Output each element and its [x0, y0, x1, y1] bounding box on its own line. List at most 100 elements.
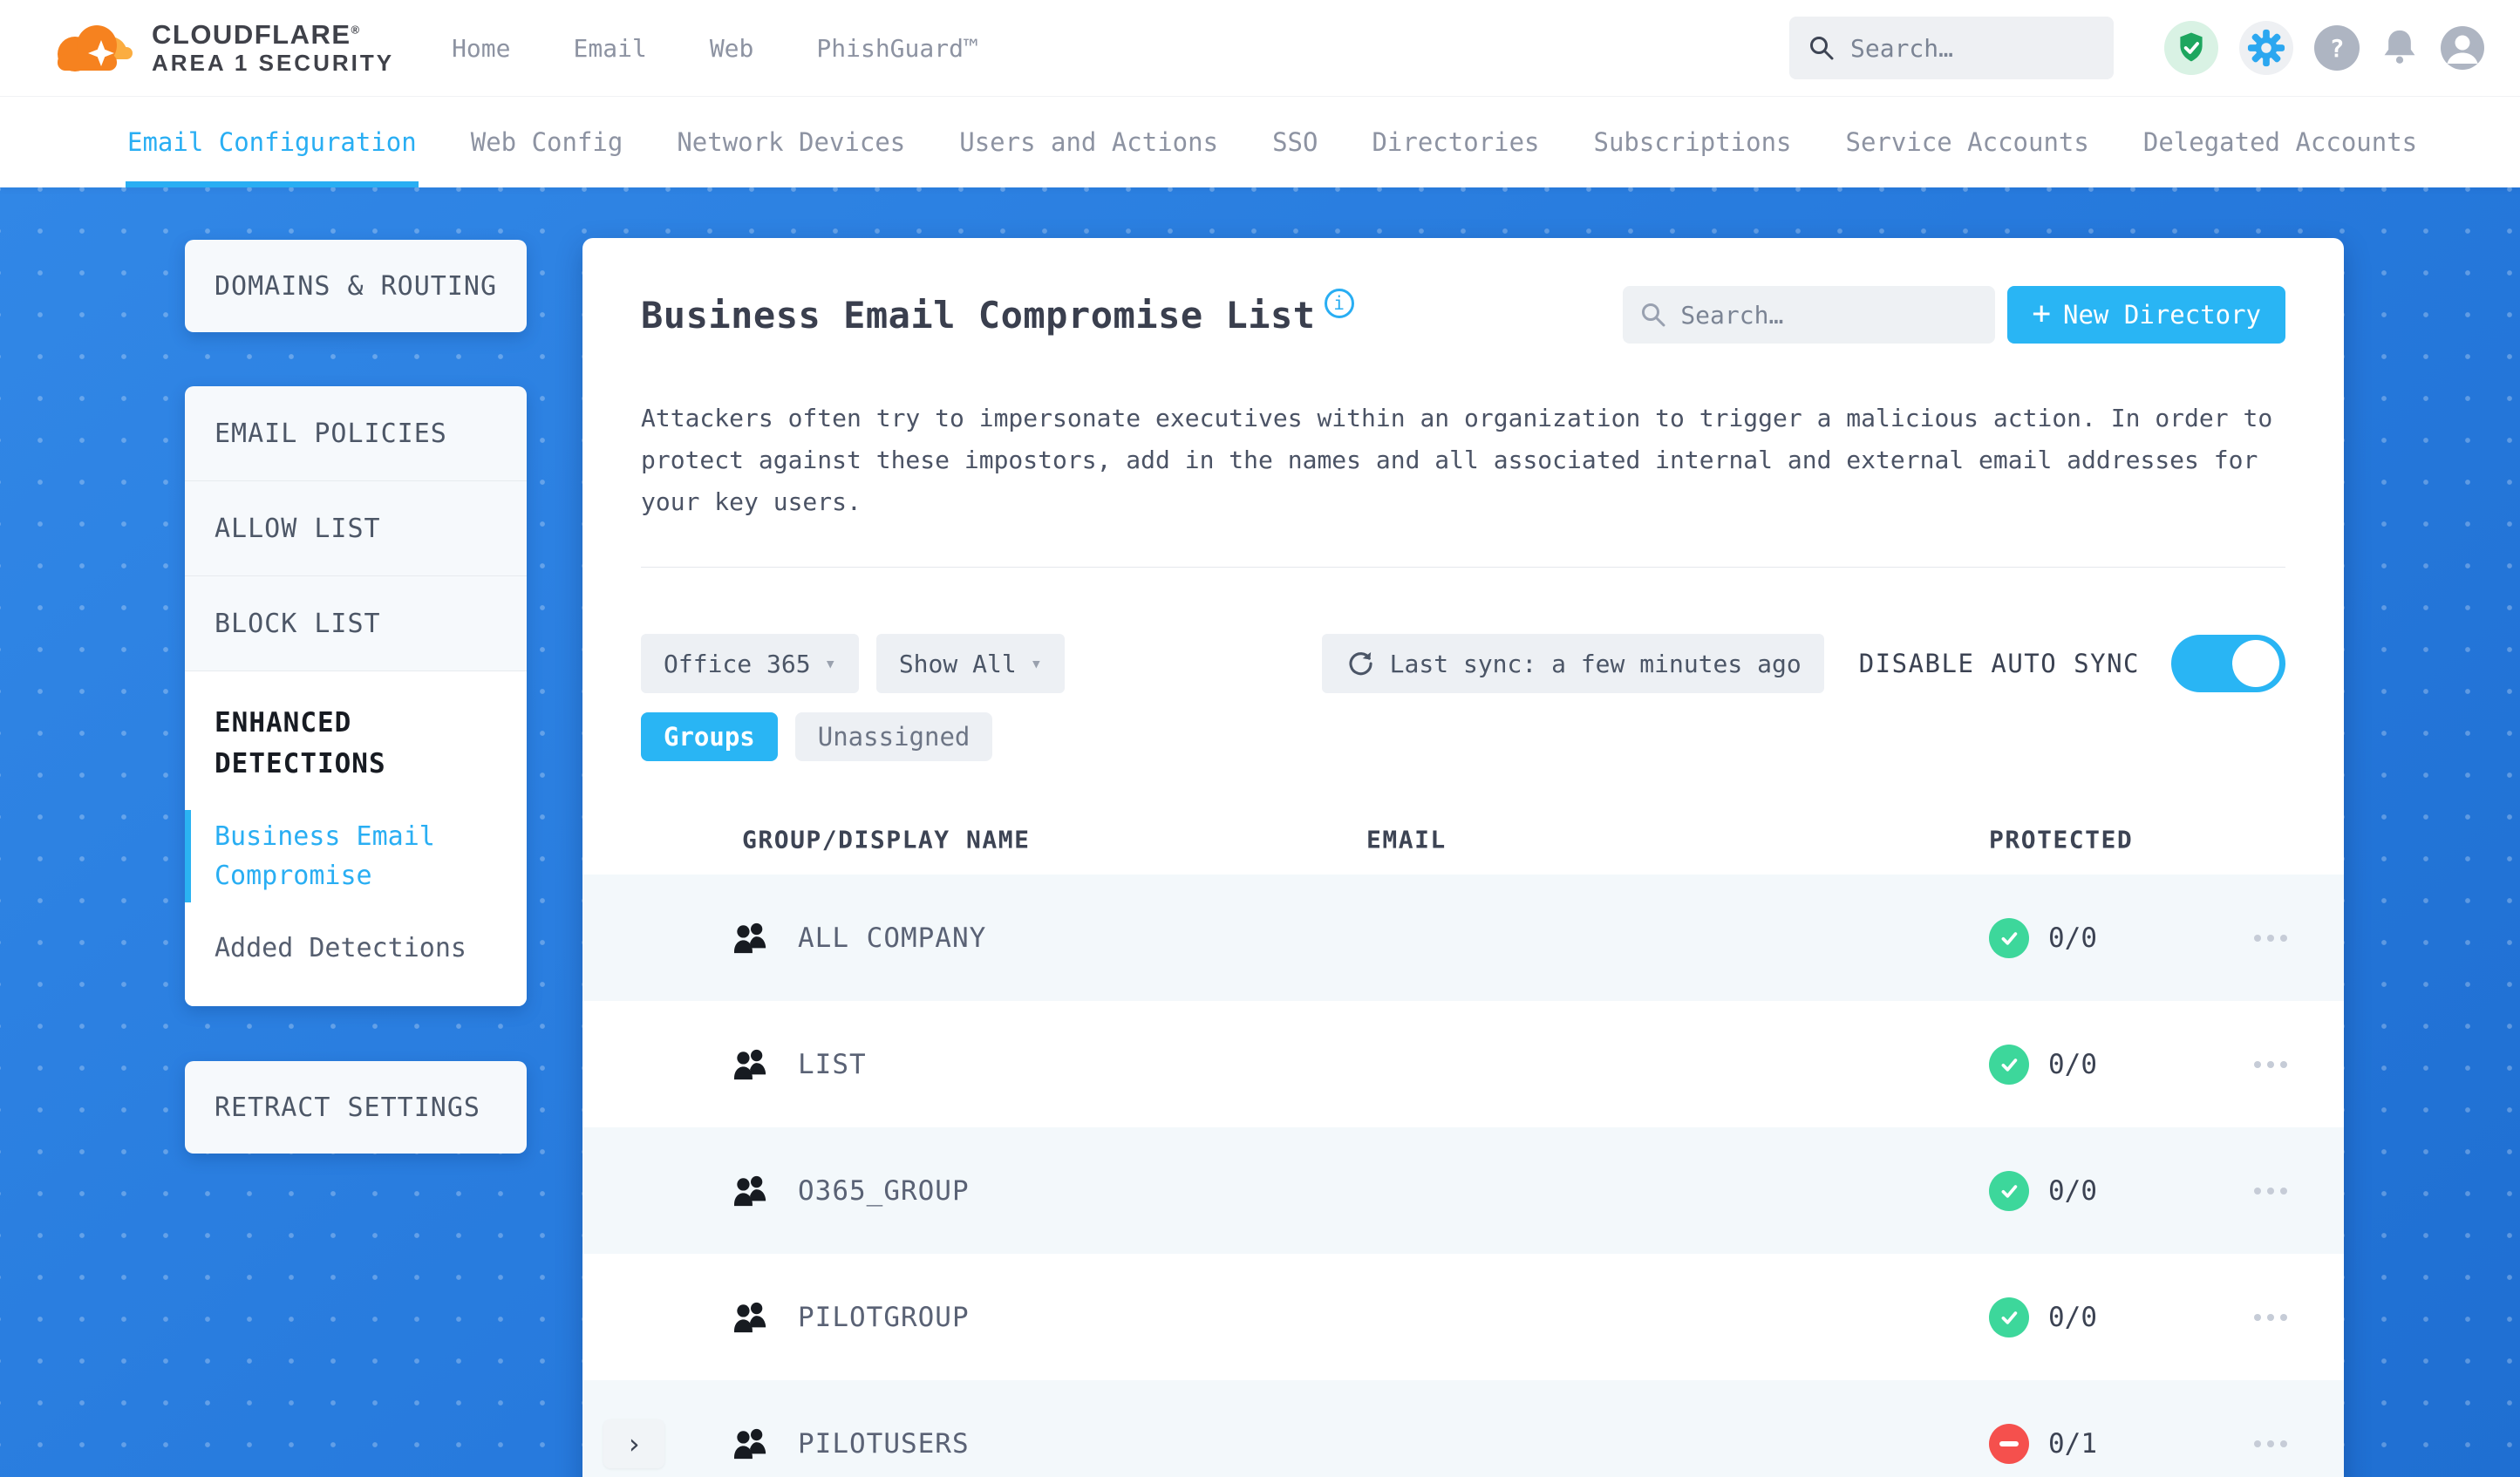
protected-status-badge: 0/0	[1989, 1297, 2097, 1337]
table-header: GROUP/DISPLAY NAME EMAIL PROTECTED	[582, 805, 2344, 875]
protected-count: 0/0	[2048, 1301, 2097, 1333]
check-icon	[2001, 1184, 2018, 1198]
nav-email[interactable]: Email	[574, 34, 647, 63]
kebab-menu-icon[interactable]	[2254, 1440, 2287, 1447]
groups-table: GROUP/DISPLAY NAME EMAIL PROTECTED › ALL…	[582, 805, 2344, 1477]
expand-row-button[interactable]: ›	[603, 1419, 664, 1468]
list-search[interactable]	[1623, 286, 1996, 344]
column-email: EMAIL	[1366, 825, 1447, 854]
check-icon	[2001, 931, 2018, 945]
tab-service-accounts[interactable]: Service Accounts	[1846, 97, 2089, 187]
check-icon	[2001, 1058, 2018, 1072]
people-icon	[732, 1301, 769, 1334]
info-icon[interactable]: i	[1324, 289, 1354, 318]
directory-select[interactable]: Office 365 ▾	[641, 634, 859, 693]
show-filter-select[interactable]: Show All ▾	[875, 634, 1065, 693]
kebab-menu-icon[interactable]	[2254, 1187, 2287, 1195]
column-protected: PROTECTED	[1989, 825, 2134, 854]
people-icon	[732, 922, 769, 955]
cloudflare-logo[interactable]: CLOUDFLARE® AREA 1 SECURITY	[49, 19, 394, 77]
gear-icon[interactable]	[2239, 21, 2293, 75]
settings-sidebar: DOMAINS & ROUTING EMAIL POLICIES ALLOW L…	[185, 240, 527, 1154]
cloudflare-cloud-icon	[49, 19, 140, 77]
plus-icon: +	[2032, 295, 2052, 331]
table-row[interactable]: › PILOTGROUP 0/0	[582, 1254, 2344, 1380]
protected-status-icon	[1989, 1297, 2029, 1337]
protected-status-badge: 0/0	[1989, 1170, 2097, 1211]
group-name: PILOTGROUP	[798, 1301, 970, 1333]
sidebar-item-retract-settings[interactable]: RETRACT SETTINGS	[185, 1061, 527, 1154]
protected-status-badge: 0/0	[1989, 1044, 2097, 1085]
tab-unassigned[interactable]: Unassigned	[794, 712, 993, 761]
protected-count: 0/0	[2048, 1174, 2097, 1207]
sidebar-item-business-email-compromise[interactable]: Business Email Compromise	[185, 810, 509, 902]
table-row[interactable]: › O365_GROUP 0/0	[582, 1127, 2344, 1254]
section-tabs: Email Configuration Web Config Network D…	[0, 96, 2520, 187]
help-icon[interactable]: ?	[2314, 25, 2360, 71]
registered-mark: ®	[351, 23, 361, 37]
protected-count: 0/1	[2048, 1427, 2097, 1460]
sidebar-item-allow-list[interactable]: ALLOW LIST	[185, 481, 527, 576]
protected-count: 0/0	[2048, 922, 2097, 954]
tab-delegated-accounts[interactable]: Delegated Accounts	[2143, 97, 2417, 187]
toggle-knob	[2232, 640, 2279, 687]
group-name: LIST	[798, 1048, 867, 1080]
kebab-menu-icon[interactable]	[2254, 1313, 2287, 1321]
brand-name: CLOUDFLARE®	[152, 18, 361, 50]
table-body: › ALL COMPANY 0/0 ›	[582, 875, 2344, 1477]
table-row[interactable]: › PILOTUSERS 0/1	[582, 1380, 2344, 1477]
top-bar: CLOUDFLARE® AREA 1 SECURITY Home Email W…	[0, 0, 2520, 96]
panel-description: Attackers often try to impersonate execu…	[641, 404, 2273, 516]
table-row[interactable]: › LIST 0/0	[582, 1001, 2344, 1127]
bell-icon[interactable]	[2380, 27, 2419, 69]
sidebar-item-domains-routing[interactable]: DOMAINS & ROUTING	[185, 240, 527, 332]
account-icon[interactable]	[2440, 25, 2485, 71]
workspace-background: DOMAINS & ROUTING EMAIL POLICIES ALLOW L…	[0, 187, 2520, 1477]
sidebar-item-enhanced-detections[interactable]: ENHANCED DETECTIONS	[215, 703, 509, 784]
search-icon	[1640, 302, 1666, 328]
new-directory-button[interactable]: + New Directory	[2007, 286, 2285, 344]
global-search[interactable]	[1789, 17, 2114, 79]
protected-status-badge: 0/0	[1989, 917, 2097, 958]
sidebar-policy-card: EMAIL POLICIES ALLOW LIST BLOCK LIST ENH…	[185, 386, 527, 1006]
search-icon	[1808, 35, 1835, 61]
filter-row: Office 365 ▾ Show All ▾ Last sync: a few…	[641, 634, 2285, 693]
sidebar-item-added-detections[interactable]: Added Detections	[215, 929, 509, 968]
nav-home[interactable]: Home	[452, 34, 510, 63]
caret-down-icon: ▾	[824, 652, 836, 675]
refresh-icon	[1345, 648, 1376, 679]
tab-web-config[interactable]: Web Config	[471, 97, 623, 187]
people-icon	[732, 1174, 769, 1208]
table-row[interactable]: › ALL COMPANY 0/0	[582, 875, 2344, 1001]
auto-sync-toggle[interactable]	[2171, 635, 2285, 692]
view-tabs: Groups Unassigned	[641, 712, 2285, 761]
tab-users-and-actions[interactable]: Users and Actions	[959, 97, 1218, 187]
panel-header: Business Email Compromise List i + New D…	[641, 286, 2285, 344]
kebab-menu-icon[interactable]	[2254, 1060, 2287, 1068]
nav-web[interactable]: Web	[710, 34, 754, 63]
tab-groups[interactable]: Groups	[641, 712, 778, 761]
protected-status-icon	[1989, 1170, 2029, 1211]
tab-network-devices[interactable]: Network Devices	[677, 97, 905, 187]
sidebar-item-block-list[interactable]: BLOCK LIST	[185, 576, 527, 671]
kebab-menu-icon[interactable]	[2254, 934, 2287, 942]
tab-subscriptions[interactable]: Subscriptions	[1594, 97, 1792, 187]
last-sync-button[interactable]: Last sync: a few minutes ago	[1321, 634, 1824, 693]
global-search-input[interactable]	[1850, 33, 2094, 63]
header-actions: ?	[1789, 17, 2485, 79]
tab-sso[interactable]: SSO	[1272, 97, 1318, 187]
caret-down-icon: ▾	[1030, 652, 1042, 675]
tab-directories[interactable]: Directories	[1372, 97, 1539, 187]
people-icon	[732, 1427, 769, 1460]
primary-nav: Home Email Web PhishGuard™	[452, 34, 978, 63]
sidebar-item-email-policies[interactable]: EMAIL POLICIES	[185, 386, 527, 481]
tab-email-configuration[interactable]: Email Configuration	[126, 97, 419, 187]
group-name: PILOTUSERS	[798, 1427, 970, 1460]
nav-phishguard[interactable]: PhishGuard™	[816, 34, 977, 63]
page-title: Business Email Compromise List	[641, 293, 1316, 337]
protected-status-icon	[1989, 917, 2029, 958]
shield-check-icon[interactable]	[2164, 21, 2218, 75]
list-search-input[interactable]	[1680, 300, 1979, 330]
sidebar-section-enhanced-detections: ENHANCED DETECTIONS Business Email Compr…	[185, 671, 527, 1006]
protected-status-icon	[1989, 1423, 2029, 1464]
